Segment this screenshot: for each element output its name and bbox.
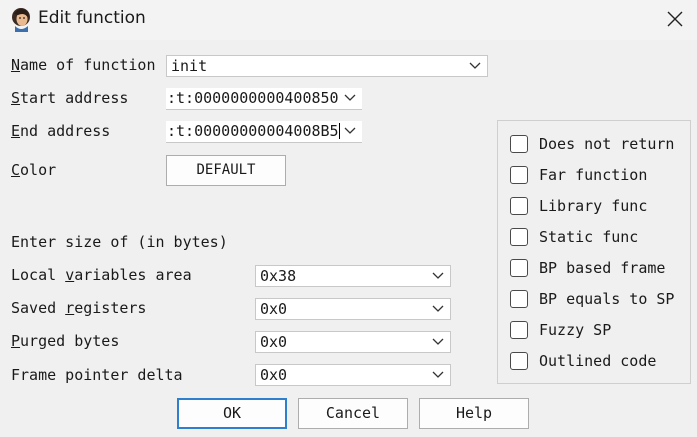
- checkbox-label: Does not return: [539, 135, 675, 153]
- local-variables-combo[interactable]: 0x38: [255, 265, 451, 287]
- purged-bytes-label: Purged bytes: [11, 332, 120, 350]
- close-icon[interactable]: [659, 4, 691, 34]
- function-flags-group: [497, 120, 691, 384]
- checkbox-box[interactable]: [510, 259, 528, 277]
- purged-bytes-value: 0x0: [260, 333, 288, 351]
- ok-button[interactable]: OK: [177, 398, 287, 429]
- checkbox-box[interactable]: [510, 166, 528, 184]
- chevron-down-icon[interactable]: [432, 337, 444, 347]
- end-address-combo[interactable]: :t:00000000004008B5: [166, 121, 362, 143]
- checkbox-label: BP based frame: [539, 259, 666, 277]
- checkbox-label: Far function: [539, 166, 648, 184]
- name-of-function-label: Name of function: [11, 56, 156, 74]
- saved-registers-combo[interactable]: 0x0: [255, 298, 451, 320]
- frame-pointer-delta-combo[interactable]: 0x0: [255, 364, 451, 386]
- start-address-value: :t:0000000000400850: [167, 89, 339, 107]
- saved-registers-value: 0x0: [260, 300, 288, 318]
- chevron-down-icon[interactable]: [432, 304, 444, 314]
- checkbox-label: BP equals to SP: [539, 290, 675, 308]
- function-name-combo[interactable]: init: [166, 55, 488, 77]
- checkbox-label: Fuzzy SP: [539, 321, 612, 339]
- color-default-button[interactable]: DEFAULT: [166, 155, 286, 186]
- checkbox-box[interactable]: [510, 352, 528, 370]
- chevron-down-icon[interactable]: [344, 126, 356, 136]
- end-address-value: :t:00000000004008B5: [167, 122, 340, 140]
- checkbox-box[interactable]: [510, 197, 528, 215]
- saved-registers-label: Saved registers: [11, 299, 147, 317]
- checkbox-box[interactable]: [510, 228, 528, 246]
- purged-bytes-combo[interactable]: 0x0: [255, 331, 451, 353]
- chevron-down-icon[interactable]: [344, 93, 356, 103]
- text-caret: [338, 123, 340, 139]
- checkbox-box[interactable]: [510, 135, 528, 153]
- window-title: Edit function: [38, 8, 146, 28]
- chevron-down-icon[interactable]: [432, 370, 444, 380]
- start-address-label: Start address: [11, 89, 129, 107]
- local-variables-value: 0x38: [260, 267, 297, 285]
- checkbox-box[interactable]: [510, 321, 528, 339]
- chevron-down-icon[interactable]: [469, 61, 481, 71]
- checkbox-label: Outlined code: [539, 352, 657, 370]
- frame-pointer-delta-label: Frame pointer delta: [11, 366, 183, 384]
- local-variables-label: Local variables area: [11, 266, 192, 284]
- title-bar: Edit function: [0, 0, 697, 40]
- checkbox-label: Static func: [539, 228, 639, 246]
- frame-pointer-delta-value: 0x0: [260, 366, 288, 384]
- start-address-combo[interactable]: :t:0000000000400850: [166, 88, 362, 110]
- color-label: Color: [11, 161, 57, 179]
- function-name-value: init: [171, 57, 208, 75]
- checkbox-label: Library func: [539, 197, 648, 215]
- ida-icon: [12, 8, 30, 32]
- help-button[interactable]: Help: [419, 398, 529, 429]
- end-address-label: End address: [11, 122, 111, 140]
- size-heading: Enter size of (in bytes): [11, 233, 228, 251]
- cancel-button[interactable]: Cancel: [298, 398, 408, 429]
- checkbox-box[interactable]: [510, 290, 528, 308]
- chevron-down-icon[interactable]: [432, 271, 444, 281]
